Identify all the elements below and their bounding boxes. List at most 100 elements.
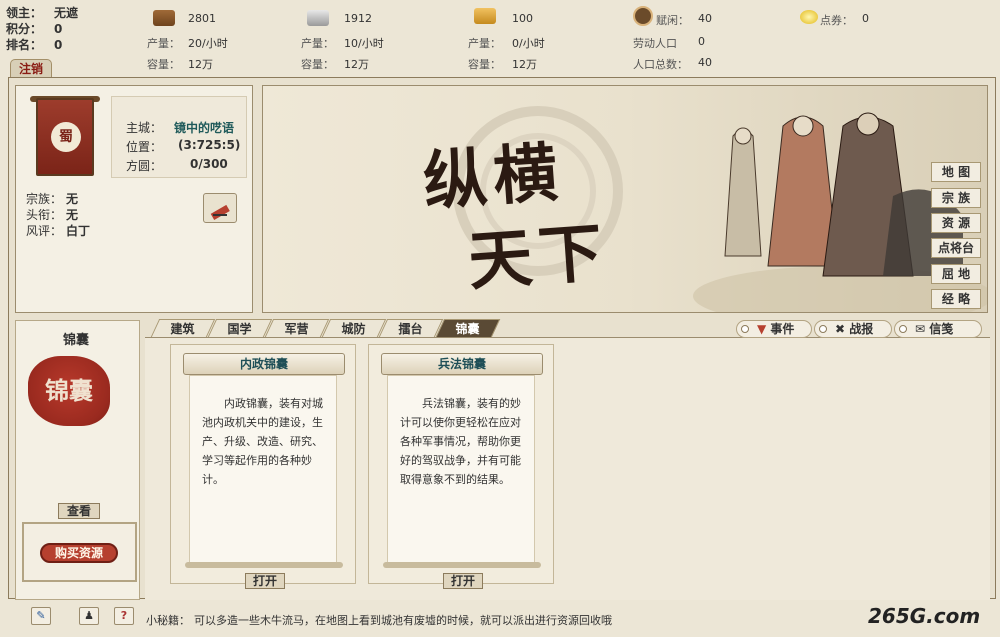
clan-label: 宗族：: [26, 192, 63, 206]
quill-icon: [210, 204, 230, 220]
tab-academy-label: 国学: [227, 322, 252, 336]
nav-resource-button[interactable]: 资 源: [931, 213, 981, 233]
score-label: 积分：: [6, 22, 43, 36]
scroll-roller: [185, 562, 343, 568]
labor-value: 0: [698, 35, 705, 48]
buy-resource-button[interactable]: 购买资源: [40, 543, 118, 563]
clan-value: 无: [66, 192, 79, 206]
faction-seal: 蜀: [51, 122, 81, 152]
help-icon[interactable]: ?: [114, 607, 134, 625]
iron-amount: 1912: [344, 12, 372, 25]
coin-icon: [800, 10, 818, 24]
tab-events-label: 事件: [770, 322, 795, 336]
card-title: 兵法锦囊: [381, 353, 543, 375]
iron-capacity-label: 容量：: [301, 58, 334, 71]
tab-battle-report[interactable]: ✖ 战报: [814, 320, 892, 338]
nav-map-button[interactable]: 地 图: [931, 162, 981, 182]
banner-title-line2: 天下: [465, 215, 611, 300]
total-pop-value: 40: [698, 56, 712, 69]
tip-label: 小秘籍：: [146, 614, 190, 627]
wood-capacity-label: 容量：: [147, 58, 180, 71]
site-logo: 265G.com: [868, 604, 981, 628]
tab-defense[interactable]: 城防: [321, 319, 387, 337]
tab-defense-label: 城防: [341, 322, 366, 336]
lord-name-row: 领主： 无遮: [6, 4, 78, 21]
tab-academy[interactable]: 国学: [207, 319, 273, 337]
open-button[interactable]: 打开: [443, 573, 483, 589]
title-label: 头衔：: [26, 208, 63, 222]
card-description: 兵法锦囊，装有的妙计可以使你更轻松在应对各种军事情况，帮助你更好的驾驭战争，并有…: [387, 375, 535, 563]
card-title: 内政锦囊: [183, 353, 345, 375]
logout-button[interactable]: 注销: [10, 59, 52, 78]
position-value: (3:725:5): [178, 138, 241, 152]
rank-label: 排名：: [6, 38, 43, 52]
link-icon[interactable]: ✎: [31, 607, 51, 625]
tab-building[interactable]: 建筑: [150, 319, 216, 337]
grain-icon: [474, 8, 496, 24]
tab-barracks-label: 军营: [284, 322, 309, 336]
bag-seal-icon: 锦囊: [28, 356, 110, 426]
city-name[interactable]: 镜中的呓语: [174, 119, 234, 136]
grain-capacity-label: 容量：: [468, 58, 501, 71]
faction-flag: 蜀: [36, 98, 94, 176]
tab-letters[interactable]: ✉ 信笺: [894, 320, 982, 338]
position-label: 位置：: [126, 140, 163, 154]
radio-icon: [899, 325, 907, 333]
city-info-box: 主城： 镜中的呓语 位置： (3:725:5) 方圆： 0/300: [111, 96, 247, 178]
lord-value: 无遮: [54, 6, 79, 20]
scroll-roller: [383, 562, 541, 568]
open-button[interactable]: 打开: [245, 573, 285, 589]
reputation-value: 白丁: [66, 224, 91, 238]
tab-battle-report-label: 战报: [849, 322, 874, 336]
area-value: 0/300: [190, 157, 228, 171]
coupon-label: 点券：: [820, 14, 853, 27]
city-label: 主城：: [126, 121, 163, 135]
view-button[interactable]: 查看: [58, 503, 100, 519]
grain-production-label: 产量：: [468, 37, 501, 50]
tab-bag[interactable]: 锦囊: [435, 319, 501, 337]
tab-arena-label: 擂台: [398, 322, 423, 336]
wood-capacity: 12万: [188, 58, 213, 71]
person-icon[interactable]: ♟: [79, 607, 99, 625]
area-label: 方圆：: [126, 159, 163, 173]
tab-bag-label: 锦囊: [455, 322, 480, 336]
top-resource-bar: 领主： 无遮 积分： 0 排名： 0 2801 产量： 20/小时 容量： 12万 1…: [0, 0, 1000, 78]
card-description: 内政锦囊，装有对城池内政机关中的建设，生产、升级、改造、研究、学习等起作用的各种…: [189, 375, 337, 563]
population-icon: [633, 6, 653, 26]
radio-icon: [819, 325, 827, 333]
tab-arena[interactable]: 擂台: [378, 319, 444, 337]
grain-capacity: 12万: [512, 58, 537, 71]
idle-label: 赋闲：: [656, 14, 689, 27]
coupon-value: 0: [862, 12, 869, 25]
rank-value: 0: [54, 38, 63, 52]
idle-value: 40: [698, 12, 712, 25]
nav-territory-button[interactable]: 屈 地: [931, 264, 981, 284]
wood-icon: [153, 10, 175, 26]
title-value: 无: [66, 208, 79, 222]
score-row: 积分： 0: [6, 20, 62, 37]
nav-strategy-button[interactable]: 经 略: [931, 289, 981, 309]
military-bag-card: 兵法锦囊 兵法锦囊，装有的妙计可以使你更轻松在应对各种军事情况，帮助你更好的驾驭…: [368, 344, 554, 589]
iron-production: 10/小时: [344, 37, 384, 50]
bottom-bar: ✎ ♟ ? 小秘籍： 可以多造一些木牛流马，在地图上看到城池有废墟的时候，就可以…: [0, 600, 1000, 637]
tab-barracks[interactable]: 军营: [264, 319, 330, 337]
reputation-label: 风评：: [26, 224, 63, 238]
title-banner: 纵横 天下 地 图 宗 族 资 源 点将台 屈 地 经 略: [262, 85, 988, 313]
lord-label: 领主：: [6, 6, 43, 20]
grain-production: 0/小时: [512, 37, 545, 50]
tab-letters-label: 信笺: [929, 322, 954, 336]
total-pop-label: 人口总数：: [633, 58, 688, 71]
nav-general-button[interactable]: 点将台: [931, 238, 981, 258]
envelope-icon: ✉: [915, 322, 926, 336]
nav-clan-button[interactable]: 宗 族: [931, 188, 981, 208]
score-value: 0: [54, 22, 63, 36]
crossed-swords-icon: ✖: [835, 322, 846, 336]
events-icon: ▼: [757, 322, 767, 336]
tab-events[interactable]: ▼ 事件: [736, 320, 812, 338]
internal-affairs-bag-card: 内政锦囊 内政锦囊，装有对城池内政机关中的建设，生产、升级、改造、研究、学习等起…: [170, 344, 356, 589]
radio-icon: [741, 325, 749, 333]
bag-panel-title: 锦囊: [63, 333, 90, 348]
iron-production-label: 产量：: [301, 37, 334, 50]
edit-profile-button[interactable]: [203, 193, 237, 223]
labor-label: 劳动人口: [633, 37, 677, 50]
